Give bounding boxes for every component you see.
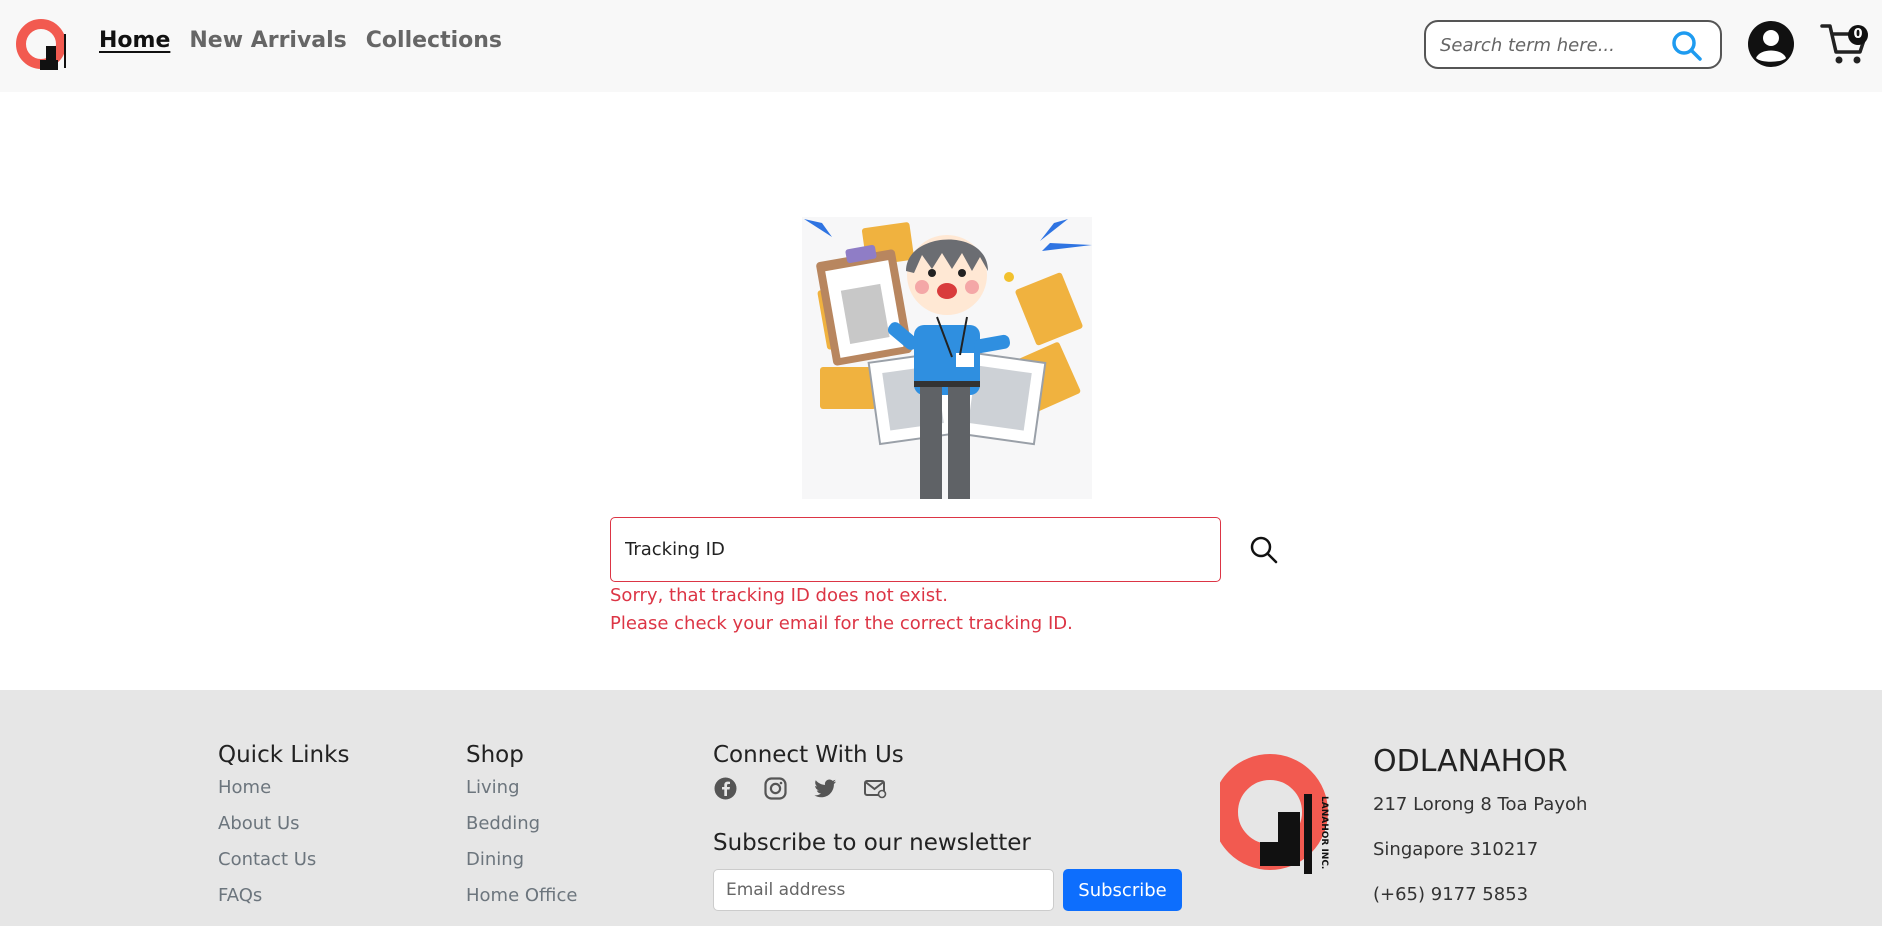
email-icon[interactable] xyxy=(863,776,888,801)
footer-link-living[interactable]: Living xyxy=(466,776,577,812)
confused-worker-illustration xyxy=(802,217,1092,499)
site-header: Home New Arrivals Collections 0 xyxy=(0,0,1882,92)
logo-icon[interactable] xyxy=(16,16,72,74)
shop-section: Shop Living Bedding Dining Home Office xyxy=(466,742,577,920)
brand-address-line2: Singapore 310217 xyxy=(1373,839,1539,860)
search-icon[interactable] xyxy=(1670,29,1704,63)
footer-link-faqs[interactable]: FAQs xyxy=(218,884,349,920)
nav-home[interactable]: Home xyxy=(99,28,170,53)
site-footer: Quick Links Home About Us Contact Us FAQ… xyxy=(0,690,1882,926)
footer-link-home[interactable]: Home xyxy=(218,776,349,812)
main-nav: Home New Arrivals Collections xyxy=(99,28,502,53)
header-search xyxy=(1424,20,1722,69)
footer-link-about[interactable]: About Us xyxy=(218,812,349,848)
brand-name: ODLANAHOR xyxy=(1373,744,1568,779)
quick-links-title: Quick Links xyxy=(218,742,350,768)
footer-link-contact[interactable]: Contact Us xyxy=(218,848,349,884)
account-icon[interactable] xyxy=(1747,20,1795,68)
footer-link-home-office[interactable]: Home Office xyxy=(466,884,577,920)
nav-collections[interactable]: Collections xyxy=(366,28,502,53)
newsletter-email-input[interactable] xyxy=(713,869,1054,911)
footer-link-bedding[interactable]: Bedding xyxy=(466,812,577,848)
search-input[interactable] xyxy=(1440,32,1660,58)
social-links xyxy=(713,776,904,801)
tracking-id-input[interactable] xyxy=(610,517,1221,582)
brand-contact: ODLANAHOR 217 Lorong 8 Toa Payoh Singapo… xyxy=(1373,744,1587,928)
brand-phone: (+65) 9177 5853 xyxy=(1373,884,1529,905)
nav-new-arrivals[interactable]: New Arrivals xyxy=(189,28,346,53)
quick-links-section: Quick Links Home About Us Contact Us FAQ… xyxy=(218,742,349,920)
subscribe-button[interactable]: Subscribe xyxy=(1063,869,1182,911)
footer-link-dining[interactable]: Dining xyxy=(466,848,577,884)
newsletter-title: Subscribe to our newsletter xyxy=(713,830,1031,856)
facebook-icon[interactable] xyxy=(713,776,738,801)
tracking-error-hint: Please check your email for the correct … xyxy=(610,613,1073,634)
connect-section: Connect With Us xyxy=(713,742,904,801)
connect-title: Connect With Us xyxy=(713,742,904,768)
tracking-search-icon[interactable] xyxy=(1249,535,1279,565)
shop-title: Shop xyxy=(466,742,524,768)
brand-address-line1: 217 Lorong 8 Toa Payoh xyxy=(1373,794,1588,815)
tracking-error-message: Sorry, that tracking ID does not exist. xyxy=(610,585,948,606)
svg-text:LANAHOR INC.: LANAHOR INC. xyxy=(1319,796,1329,869)
instagram-icon[interactable] xyxy=(763,776,788,801)
twitter-icon[interactable] xyxy=(813,776,838,801)
cart-count-badge: 0 xyxy=(1848,25,1868,45)
brand-logo: LANAHOR INC. xyxy=(1220,754,1329,874)
